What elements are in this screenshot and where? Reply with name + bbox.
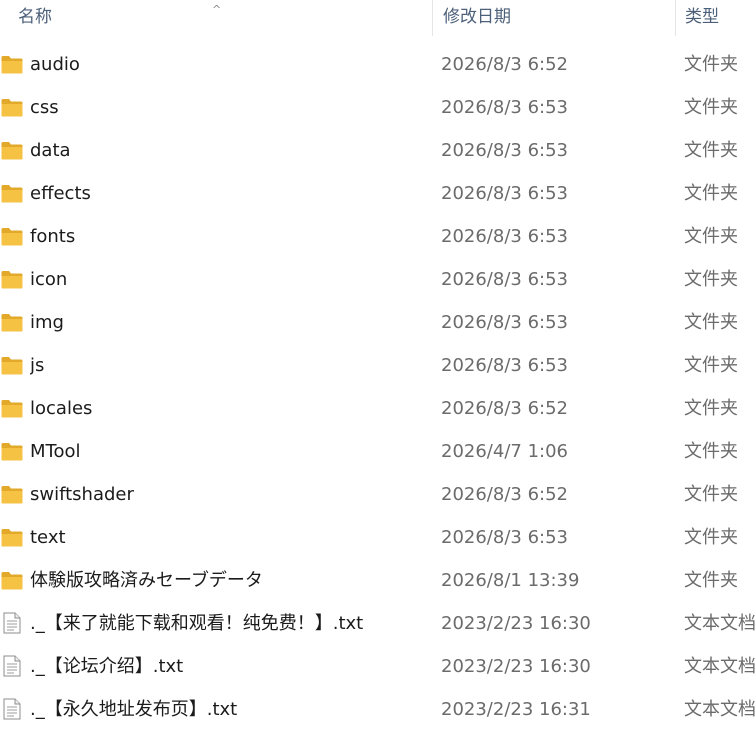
file-explorer: ^ 名称 修改日期 类型 audio 2026/8/3 6:52 文件夹 css 202… bbox=[0, 0, 756, 750]
file-modified-date: 2026/8/3 6:53 bbox=[441, 183, 568, 204]
file-type: 文件夹 bbox=[684, 441, 738, 462]
file-name: effects bbox=[30, 183, 91, 204]
file-type: 文本文档 bbox=[684, 699, 756, 720]
file-modified-date: 2026/8/3 6:53 bbox=[441, 355, 568, 376]
file-modified-date: 2023/2/23 16:30 bbox=[441, 613, 591, 634]
column-header-type-label: 类型 bbox=[685, 7, 719, 27]
file-type: 文件夹 bbox=[684, 570, 738, 591]
file-modified-date: 2026/8/3 6:52 bbox=[441, 54, 568, 75]
file-type: 文件夹 bbox=[684, 269, 738, 290]
file-modified-date: 2026/8/3 6:52 bbox=[441, 484, 568, 505]
file-row[interactable]: audio 2026/8/3 6:52 文件夹 bbox=[0, 43, 756, 86]
file-name: ._【来了就能下载和观看！纯免费！】.txt bbox=[30, 613, 364, 634]
file-type: 文本文档 bbox=[684, 656, 756, 677]
file-modified-date: 2026/8/3 6:53 bbox=[441, 527, 568, 548]
text-file-icon bbox=[3, 698, 25, 720]
file-modified-date: 2026/8/3 6:53 bbox=[441, 312, 568, 333]
file-name: fonts bbox=[30, 226, 76, 247]
folder-icon bbox=[1, 270, 23, 289]
file-list: audio 2026/8/3 6:52 文件夹 css 2026/8/3 6:53 文件夹… bbox=[0, 43, 756, 731]
file-row[interactable]: swiftshader 2026/8/3 6:52 文件夹 bbox=[0, 473, 756, 516]
file-row[interactable]: text 2026/8/3 6:53 文件夹 bbox=[0, 516, 756, 559]
file-name: css bbox=[30, 97, 59, 118]
file-type: 文件夹 bbox=[684, 312, 738, 333]
column-header-name-label: 名称 bbox=[18, 7, 52, 27]
file-modified-date: 2023/2/23 16:31 bbox=[441, 699, 591, 720]
file-type: 文件夹 bbox=[684, 398, 738, 419]
column-header-date-label: 修改日期 bbox=[443, 7, 511, 27]
file-row[interactable]: icon 2026/8/3 6:53 文件夹 bbox=[0, 258, 756, 301]
folder-icon bbox=[1, 399, 23, 418]
folder-icon bbox=[1, 227, 23, 246]
sort-indicator-icon: ^ bbox=[212, 3, 222, 16]
file-type: 文件夹 bbox=[684, 97, 738, 118]
file-name: MTool bbox=[30, 441, 81, 462]
file-name: ._【论坛介绍】.txt bbox=[30, 656, 184, 677]
file-modified-date: 2026/8/1 13:39 bbox=[441, 570, 580, 591]
file-row[interactable]: MTool 2026/4/7 1:06 文件夹 bbox=[0, 430, 756, 473]
column-header-type[interactable]: 类型 bbox=[675, 0, 756, 36]
file-row[interactable]: js 2026/8/3 6:53 文件夹 bbox=[0, 344, 756, 387]
folder-icon bbox=[1, 528, 23, 547]
file-modified-date: 2026/8/3 6:53 bbox=[441, 140, 568, 161]
file-row[interactable]: css 2026/8/3 6:53 文件夹 bbox=[0, 86, 756, 129]
folder-icon bbox=[1, 356, 23, 375]
file-name: js bbox=[30, 355, 45, 376]
column-header-bar: ^ 名称 修改日期 类型 bbox=[0, 0, 756, 36]
folder-icon bbox=[1, 485, 23, 504]
file-type: 文件夹 bbox=[684, 355, 738, 376]
folder-icon bbox=[1, 98, 23, 117]
file-row[interactable]: data 2026/8/3 6:53 文件夹 bbox=[0, 129, 756, 172]
column-header-date[interactable]: 修改日期 bbox=[432, 0, 675, 36]
file-row[interactable]: effects 2026/8/3 6:53 文件夹 bbox=[0, 172, 756, 215]
file-name: swiftshader bbox=[30, 484, 134, 505]
file-modified-date: 2026/8/3 6:53 bbox=[441, 97, 568, 118]
file-type: 文件夹 bbox=[684, 183, 738, 204]
file-type: 文件夹 bbox=[684, 54, 738, 75]
text-file-icon bbox=[3, 612, 25, 634]
folder-icon bbox=[1, 313, 23, 332]
file-row[interactable]: fonts 2026/8/3 6:53 文件夹 bbox=[0, 215, 756, 258]
column-header-name[interactable]: ^ 名称 bbox=[0, 0, 432, 36]
file-modified-date: 2026/4/7 1:06 bbox=[441, 441, 568, 462]
file-row[interactable]: ._【来了就能下载和观看！纯免费！】.txt 2023/2/23 16:30 文本文… bbox=[0, 602, 756, 645]
folder-icon bbox=[1, 571, 23, 590]
file-modified-date: 2026/8/3 6:52 bbox=[441, 398, 568, 419]
file-row[interactable]: 体験版攻略済みセーブデータ 2026/8/1 13:39 文件夹 bbox=[0, 559, 756, 602]
file-type: 文本文档 bbox=[684, 613, 756, 634]
file-row[interactable]: ._【永久地址发布页】.txt 2023/2/23 16:31 文本文档 bbox=[0, 688, 756, 731]
file-name: locales bbox=[30, 398, 93, 419]
file-name: data bbox=[30, 140, 71, 161]
file-row[interactable]: locales 2026/8/3 6:52 文件夹 bbox=[0, 387, 756, 430]
folder-icon bbox=[1, 141, 23, 160]
file-name: ._【永久地址发布页】.txt bbox=[30, 699, 238, 720]
folder-icon bbox=[1, 442, 23, 461]
file-name: audio bbox=[30, 54, 80, 75]
file-row[interactable]: img 2026/8/3 6:53 文件夹 bbox=[0, 301, 756, 344]
file-name: text bbox=[30, 527, 66, 548]
file-type: 文件夹 bbox=[684, 527, 738, 548]
file-modified-date: 2023/2/23 16:30 bbox=[441, 656, 591, 677]
file-name: img bbox=[30, 312, 64, 333]
file-name: 体験版攻略済みセーブデータ bbox=[30, 570, 263, 591]
file-modified-date: 2026/8/3 6:53 bbox=[441, 226, 568, 247]
file-type: 文件夹 bbox=[684, 484, 738, 505]
file-type: 文件夹 bbox=[684, 140, 738, 161]
text-file-icon bbox=[3, 655, 25, 677]
folder-icon bbox=[1, 55, 23, 74]
file-name: icon bbox=[30, 269, 68, 290]
file-row[interactable]: ._【论坛介绍】.txt 2023/2/23 16:30 文本文档 bbox=[0, 645, 756, 688]
file-type: 文件夹 bbox=[684, 226, 738, 247]
folder-icon bbox=[1, 184, 23, 203]
file-modified-date: 2026/8/3 6:53 bbox=[441, 269, 568, 290]
